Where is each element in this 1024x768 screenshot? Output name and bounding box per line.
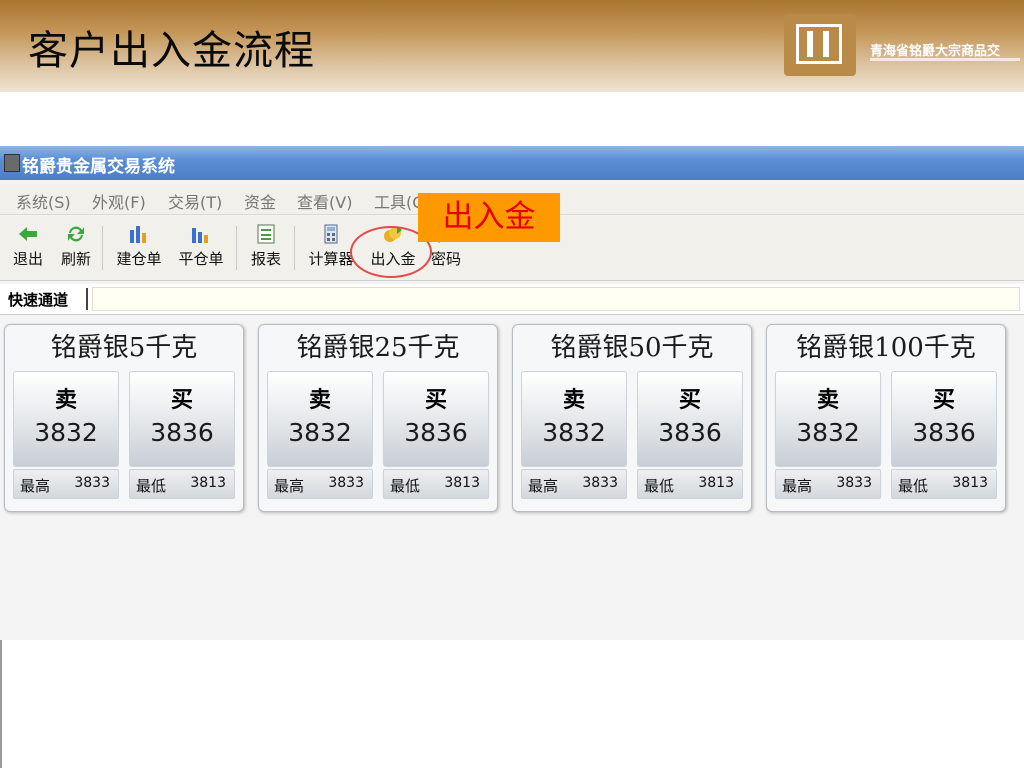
buy-price: 3836 (658, 418, 722, 447)
logo-mark-icon (796, 24, 842, 64)
exit-arrow-icon (19, 227, 37, 241)
buy-panel[interactable]: 买 3836 (891, 371, 997, 467)
price-card: 铭爵银100千克 卖 3832 买 3836 最高 3833 最低 3813 (766, 324, 1006, 512)
quick-channel-separator (86, 288, 88, 310)
product-name: 铭爵银50千克 (550, 333, 714, 363)
sell-label: 卖 (54, 387, 77, 413)
quick-channel-label: 快速通道 (8, 291, 69, 309)
high-stat: 最高 3833 (267, 469, 373, 499)
menu-funds[interactable]: 资金 (244, 189, 276, 213)
company-name: 青海省铭爵大宗商品交 (870, 44, 1001, 59)
report-button[interactable]: 报表 (246, 216, 286, 278)
refresh-icon (68, 226, 84, 242)
quick-channel-bar: 快速通道 (0, 284, 1024, 315)
buy-panel[interactable]: 买 3836 (637, 371, 743, 467)
sell-label: 卖 (308, 387, 331, 413)
report-icon (257, 224, 275, 244)
low-stat: 最低 3813 (891, 469, 997, 499)
buy-panel[interactable]: 买 3836 (383, 371, 489, 467)
quick-channel-input[interactable] (92, 287, 1020, 311)
sell-panel[interactable]: 卖 3832 (267, 371, 373, 467)
high-stat: 最高 3833 (521, 469, 627, 499)
buy-label: 买 (932, 387, 955, 413)
sell-price: 3832 (34, 418, 98, 447)
price-card: 铭爵银25千克 卖 3832 买 3836 最高 3833 最低 3813 (258, 324, 498, 512)
low-stat: 最低 3813 (129, 469, 235, 499)
product-name: 铭爵银100千克 (796, 333, 976, 363)
high-stat: 最高 3833 (775, 469, 881, 499)
calculator-icon (324, 224, 338, 244)
low-stat: 最低 3813 (383, 469, 489, 499)
menu-appearance[interactable]: 外观(F) (92, 189, 146, 213)
sell-price: 3832 (542, 418, 606, 447)
sell-panel[interactable]: 卖 3832 (521, 371, 627, 467)
sell-label: 卖 (816, 387, 839, 413)
app-window: 铭爵贵金属交易系统 系统(S) 外观(F) 交易(T) 资金 查看(V) 工具(… (0, 146, 1024, 640)
open-position-button[interactable]: 建仓单 (112, 216, 166, 278)
buy-panel[interactable]: 买 3836 (129, 371, 235, 467)
bar-chart-icon (192, 228, 208, 243)
toolbar-separator (236, 226, 237, 270)
close-position-button[interactable]: 平仓单 (174, 216, 228, 278)
window-title: 铭爵贵金属交易系统 (22, 157, 175, 177)
buy-label: 买 (678, 387, 701, 413)
toolbar-separator (102, 226, 103, 270)
refresh-button[interactable]: 刷新 (56, 216, 96, 278)
low-stat: 最低 3813 (637, 469, 743, 499)
sell-label: 卖 (562, 387, 585, 413)
menu-trade[interactable]: 交易(T) (168, 189, 222, 213)
company-subline (870, 58, 1020, 61)
buy-price: 3836 (150, 418, 214, 447)
buy-price: 3836 (912, 418, 976, 447)
app-icon (4, 154, 20, 172)
buy-price: 3836 (404, 418, 468, 447)
price-card: 铭爵银50千克 卖 3832 买 3836 最高 3833 最低 3813 (512, 324, 752, 512)
high-stat: 最高 3833 (13, 469, 119, 499)
menu-system[interactable]: 系统(S) (16, 189, 71, 213)
menu-view[interactable]: 查看(V) (297, 189, 352, 213)
buy-label: 买 (170, 387, 193, 413)
bar-chart-icon (130, 226, 146, 243)
slide-edge-line (0, 640, 2, 768)
sell-panel[interactable]: 卖 3832 (13, 371, 119, 467)
sell-price: 3832 (288, 418, 352, 447)
slide-title: 客户出入金流程 (28, 28, 315, 74)
product-name: 铭爵银5千克 (50, 333, 198, 363)
annotation-callout: 出入金 (418, 193, 560, 242)
price-card: 铭爵银5千克 卖 3832 买 3836 最高 3833 最低 3813 (4, 324, 244, 512)
buy-label: 买 (424, 387, 447, 413)
window-titlebar[interactable]: 铭爵贵金属交易系统 (0, 146, 1024, 180)
exit-button[interactable]: 退出 (8, 216, 48, 278)
sell-price: 3832 (796, 418, 860, 447)
product-name: 铭爵银25千克 (296, 333, 460, 363)
toolbar-separator (294, 226, 295, 270)
sell-panel[interactable]: 卖 3832 (775, 371, 881, 467)
